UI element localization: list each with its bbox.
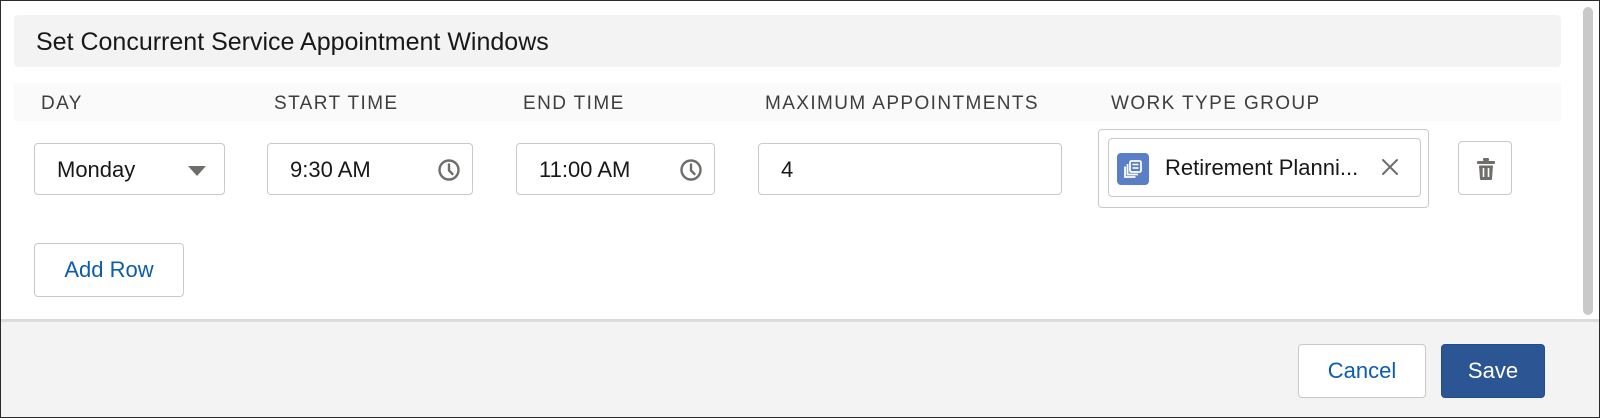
caret-down-icon (188, 166, 206, 176)
work-type-group-lookup[interactable]: Retirement Planni... (1098, 129, 1429, 208)
column-header-start-time: START TIME (274, 93, 399, 114)
end-time-input[interactable]: 11:00 AM (516, 143, 715, 195)
trash-icon (1477, 158, 1495, 180)
scrollbar[interactable] (1583, 7, 1593, 315)
dialog: Set Concurrent Service Appointment Windo… (0, 0, 1600, 418)
day-select[interactable]: Monday (34, 143, 225, 195)
max-appointments-value: 4 (781, 157, 794, 182)
max-appointments-input[interactable]: 4 (758, 143, 1062, 195)
clock-icon[interactable] (679, 158, 703, 182)
save-button[interactable]: Save (1441, 344, 1545, 398)
start-time-value: 9:30 AM (290, 157, 371, 182)
clock-icon[interactable] (437, 158, 461, 182)
section-title: Set Concurrent Service Appointment Windo… (36, 28, 549, 56)
column-header-day: DAY (41, 93, 83, 114)
day-select-value: Monday (57, 157, 136, 182)
work-type-group-pill[interactable]: Retirement Planni... (1108, 138, 1421, 197)
column-header-end-time: END TIME (523, 93, 625, 114)
column-header-max-appointments: MAXIMUM APPOINTMENTS (765, 93, 1039, 114)
work-type-group-value: Retirement Planni... (1165, 155, 1359, 180)
close-icon[interactable] (1380, 157, 1400, 177)
section-header: Set Concurrent Service Appointment Windo… (14, 15, 1561, 67)
start-time-input[interactable]: 9:30 AM (267, 143, 473, 195)
dialog-footer: Cancel Save (1, 319, 1599, 417)
column-header-work-type-group: WORK TYPE GROUP (1111, 93, 1321, 114)
delete-row-button[interactable] (1458, 141, 1512, 195)
add-row-button[interactable]: Add Row (34, 243, 184, 297)
column-header-row: DAY START TIME END TIME MAXIMUM APPOINTM… (14, 83, 1561, 121)
cancel-button[interactable]: Cancel (1298, 344, 1426, 398)
end-time-value: 11:00 AM (539, 157, 631, 182)
work-type-group-icon (1117, 153, 1149, 185)
